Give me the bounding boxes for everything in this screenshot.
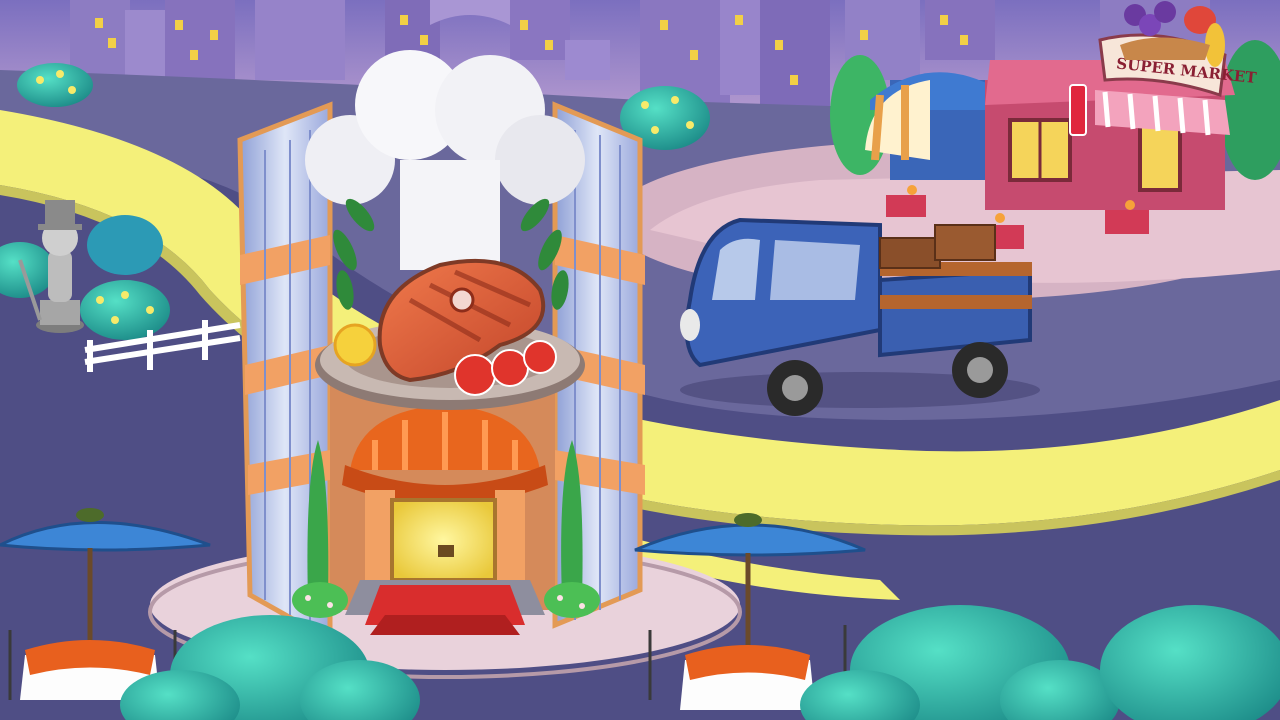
truck-icon: [680, 217, 1040, 416]
delivery-truck[interactable]: [680, 217, 1040, 416]
city-map-canvas: SUPER MARKET: [0, 0, 1280, 720]
city-map-scene: SUPER MARKET: [0, 0, 1280, 720]
seafood-restaurant[interactable]: [237, 50, 645, 645]
